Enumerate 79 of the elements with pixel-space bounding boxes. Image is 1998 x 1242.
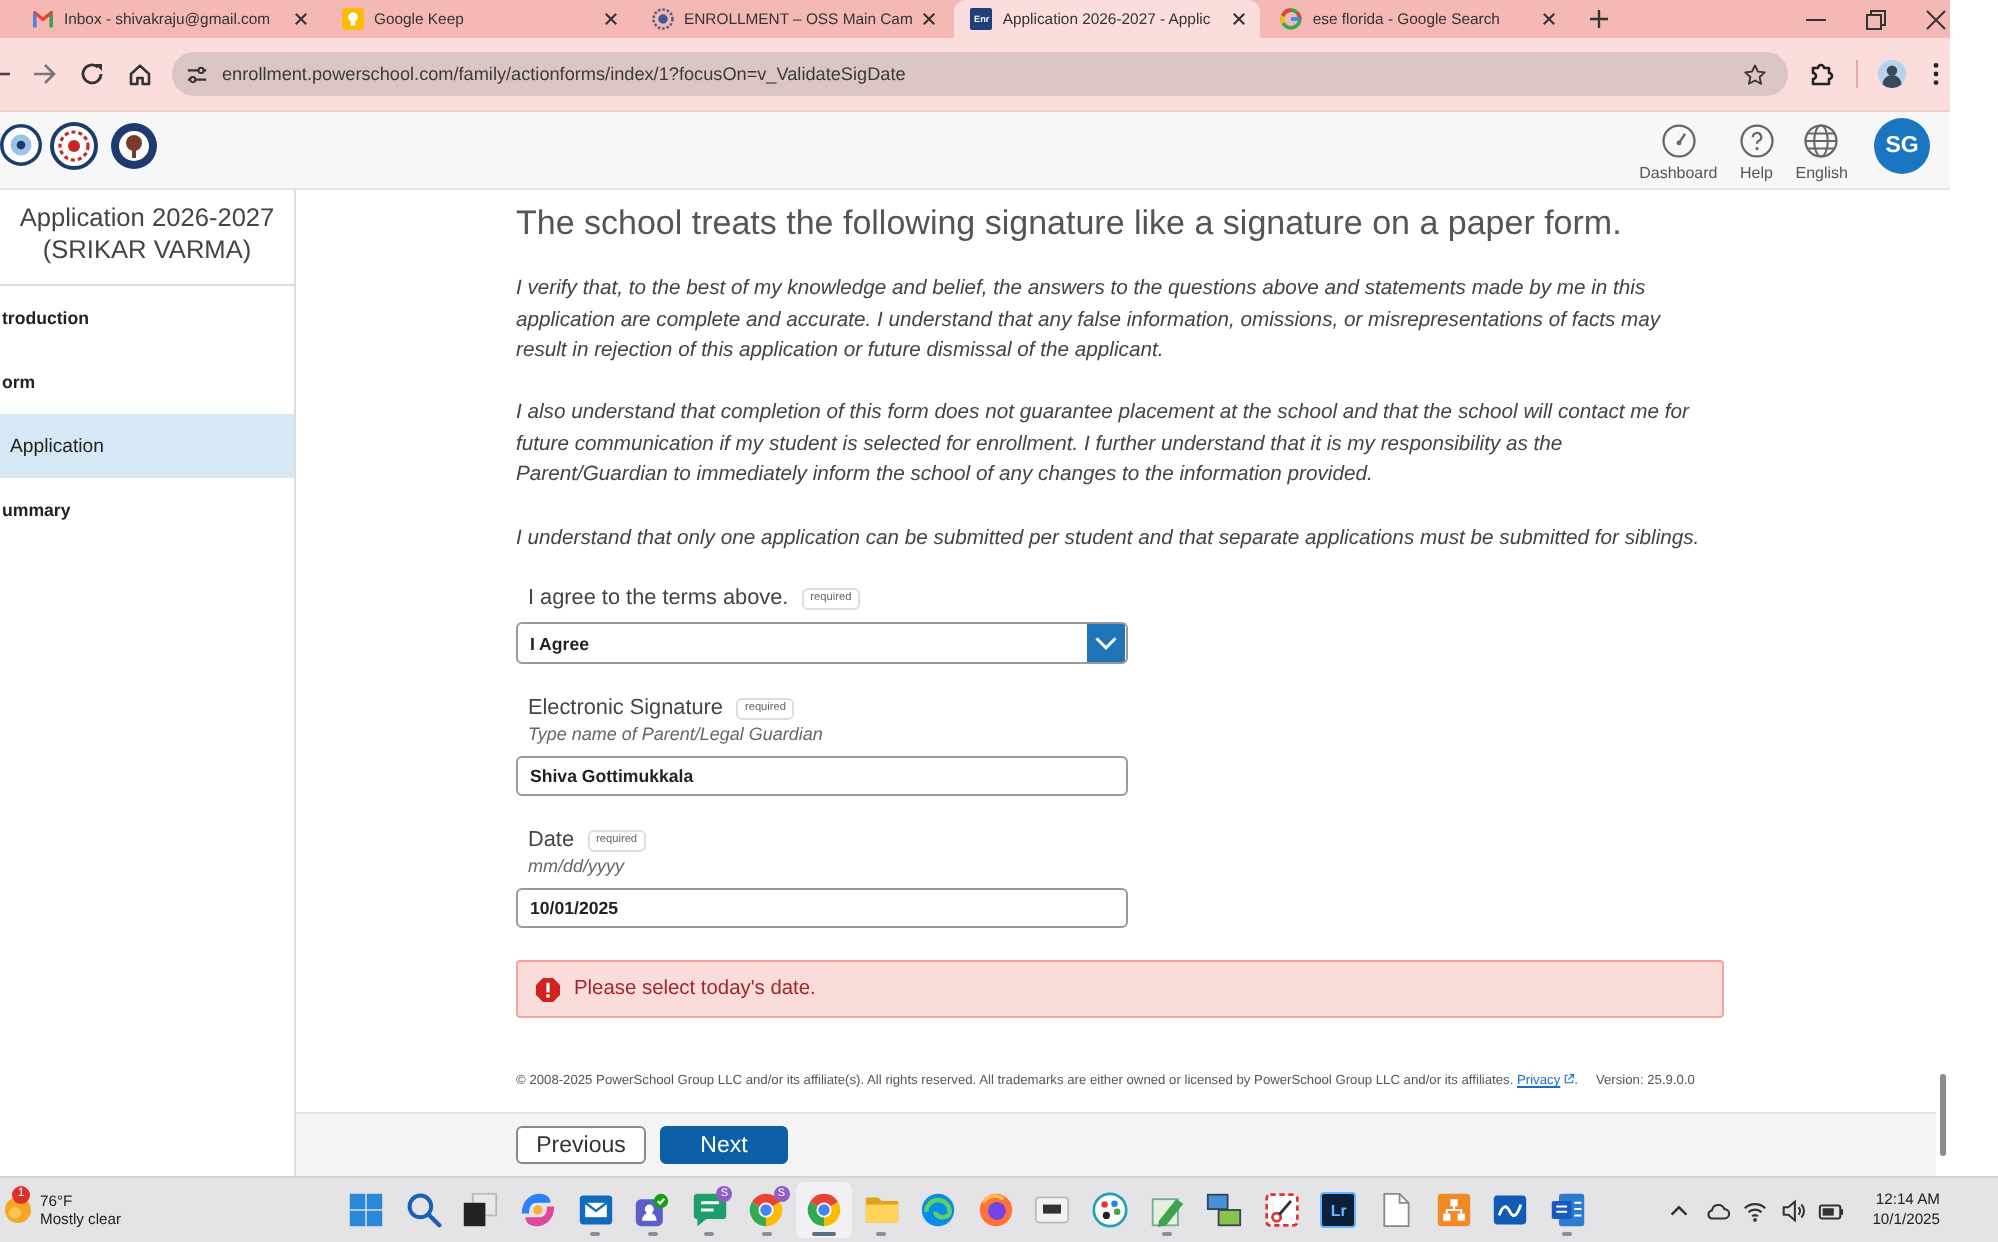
error-message: Please select today's date. (574, 978, 816, 1001)
close-icon[interactable] (294, 12, 308, 26)
forward-arrow-icon[interactable] (32, 62, 56, 86)
next-button[interactable]: Next (660, 1126, 788, 1164)
help-button[interactable]: Help (1739, 123, 1774, 181)
start-menu-icon[interactable] (348, 1192, 385, 1228)
dashboard-button[interactable]: Dashboard (1639, 123, 1718, 181)
wave-tile-icon[interactable] (1492, 1192, 1529, 1228)
plus-icon[interactable] (1590, 10, 1609, 28)
close-icon[interactable] (922, 12, 937, 26)
declaration-paragraph: I understand that only one application can be submitted per student and that separate applications must be submitted for siblings. (516, 525, 1702, 554)
error-icon (536, 977, 560, 1002)
hierarchy-tile-icon[interactable] (1435, 1192, 1472, 1228)
mail-icon (32, 8, 54, 30)
color-wheel-icon[interactable] (806, 1192, 843, 1228)
chevron-down-icon[interactable] (1086, 624, 1126, 663)
profile-avatar-icon[interactable] (1878, 60, 1906, 88)
gauge-icon (1661, 123, 1696, 157)
home-icon[interactable] (128, 62, 152, 86)
external-link-icon (1564, 1074, 1575, 1085)
address-field[interactable]: enrollment.powerschool.com/family/actionforms/index/1?focusOn=v_ValidateSigDate (172, 52, 1788, 96)
field-label: Electronic Signature (528, 695, 723, 722)
field-label: I agree to the terms above. (528, 585, 789, 612)
language-button[interactable]: English (1795, 123, 1848, 181)
color-wheel-icon[interactable] (748, 1192, 785, 1228)
envelope-tile-icon[interactable] (577, 1192, 614, 1228)
extensions-icon[interactable] (1810, 62, 1834, 86)
task-view-icon[interactable] (462, 1192, 499, 1228)
sidebar-item[interactable]: ummary (0, 478, 294, 542)
reload-icon[interactable] (80, 62, 104, 86)
letter-tile-icon[interactable]: Lr (1320, 1192, 1357, 1228)
multicolor-ring-icon (1280, 8, 1303, 30)
close-icon[interactable] (604, 12, 618, 26)
previous-button[interactable]: Previous (516, 1126, 646, 1164)
document-icon[interactable] (1377, 1192, 1414, 1228)
dotted-seal-icon (652, 8, 674, 30)
computers-icon[interactable] (1206, 1192, 1243, 1228)
school-seal-icon (110, 121, 158, 169)
application-title: Application 2026-2027 (17, 202, 277, 234)
page-heading: The school treats the following signature like a signature on a paper form. (516, 202, 1624, 246)
document-tile-icon[interactable] (1549, 1192, 1586, 1228)
field-hint: Type name of Parent/Legal Guardian (526, 722, 825, 749)
bookmark-star-icon[interactable] (1744, 63, 1766, 85)
restore-icon[interactable] (1866, 9, 1886, 29)
globe-icon (1804, 123, 1839, 157)
scrollbar-thumb[interactable] (1940, 1074, 1946, 1156)
wave-circle-icon[interactable] (920, 1192, 957, 1228)
flame-globe-icon[interactable] (977, 1192, 1014, 1228)
sidebar-item[interactable]: Application (0, 414, 294, 478)
school-seal-icon (50, 121, 98, 169)
speaker-icon[interactable] (1780, 1197, 1807, 1223)
chat-bubble-icon[interactable] (691, 1192, 728, 1228)
field-label: Date (528, 827, 575, 854)
close-icon[interactable] (1926, 9, 1946, 29)
text-field[interactable]: 10/01/2025 (516, 888, 1128, 929)
menu-icon[interactable] (1932, 62, 1940, 86)
help-icon (1739, 123, 1774, 157)
pencil-image-icon[interactable] (1149, 1192, 1186, 1228)
applicant-name: (SRIKAR VARMA) (40, 234, 254, 266)
wifi-icon[interactable] (1742, 1197, 1769, 1223)
user-avatar[interactable]: SG (1874, 117, 1930, 173)
sidebar-item[interactable]: orm (0, 350, 294, 414)
close-icon[interactable] (1542, 12, 1557, 26)
palette-icon[interactable] (1092, 1192, 1129, 1228)
bulb-icon (342, 8, 364, 30)
people-tile-icon[interactable] (634, 1192, 671, 1228)
field-hint: mm/dd/yyyy (526, 854, 627, 881)
declaration-paragraph: I verify that, to the best of my knowledge and belief, the answers to the questions above and statements made by me in this application are complete and accurate. I understand that any false information, omissions, or misrepresentations of facts may result in rejection of this application or future dismissal of the applicant. (516, 276, 1663, 367)
window-icon[interactable] (1034, 1192, 1071, 1228)
sidebar-item[interactable]: troduction (0, 286, 294, 350)
close-icon[interactable] (1232, 12, 1247, 26)
dropdown-field[interactable]: I Agree (516, 622, 1128, 665)
site-settings-icon[interactable] (186, 63, 208, 85)
search-icon[interactable] (405, 1192, 442, 1228)
declaration-paragraph: I also understand that completion of this form does not guarantee placement at the school and that the school will contact me for future communication if my student is selected for enrollment. I further understand that it is my responsibility as the Parent/Guardian to immediately inform the school of any changes to the information provided. (516, 400, 1692, 491)
text-field[interactable]: Shiva Gottimukkala (516, 756, 1128, 797)
snip-frame-icon[interactable] (1263, 1192, 1300, 1228)
swirl-logo-icon[interactable] (520, 1192, 557, 1228)
active-app-tile[interactable] (795, 1182, 853, 1238)
